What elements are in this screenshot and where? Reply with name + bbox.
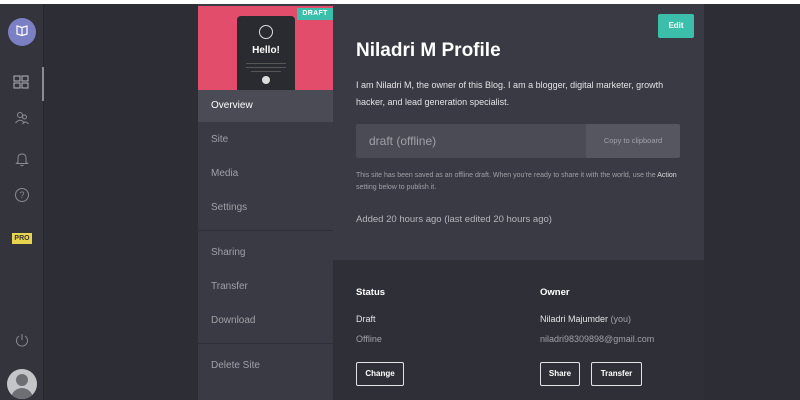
app-logo[interactable] [8,18,36,46]
nav-media[interactable]: Media [198,158,333,190]
nav-delete-site[interactable]: Delete Site [198,350,333,382]
site-thumbnail[interactable]: Hello! DRAFT [198,6,333,92]
book-icon [15,23,29,42]
help-button[interactable]: ? [0,180,44,214]
profile-picture-icon [259,25,273,39]
sites-grid-button[interactable] [0,67,44,101]
draft-note: This site has been saved as an offline d… [356,172,677,191]
site-sidebar: Hello! DRAFT Overview Site Media Setting… [198,4,333,400]
notifications-button[interactable] [0,144,44,178]
owner-you-label: (you) [610,314,632,324]
help-icon: ? [14,187,30,208]
status-sub: Offline [356,334,382,344]
nav-site[interactable]: Site [198,124,333,156]
added-timestamp: Added 20 hours ago (last edited 20 hours… [356,214,552,225]
site-url[interactable]: draft (offline) [369,124,436,158]
site-url-field[interactable]: draft (offline) Copy to clipboard [356,124,680,158]
owner-name: Niladri Majumder (you) [540,314,632,324]
user-avatar[interactable] [7,369,37,399]
users-button[interactable] [0,103,44,137]
nav-divider [198,343,333,344]
power-icon [14,332,30,353]
nav-overview[interactable]: Overview [198,90,333,122]
preview-avatar-icon [262,76,270,84]
icon-rail: ? PRO [0,4,44,400]
owner-heading: Owner [540,287,570,298]
overview-panel: Edit Niladri M Profile I am Niladri M, t… [333,4,704,400]
phone-preview: Hello! [237,16,295,92]
power-button[interactable] [0,325,44,359]
pro-badge[interactable]: PRO [12,233,32,244]
site-description: I am Niladri M, the owner of this Blog. … [356,80,664,107]
bell-icon [15,151,29,172]
draft-badge: DRAFT [297,8,333,20]
nav-download[interactable]: Download [198,305,333,337]
nav-transfer[interactable]: Transfer [198,271,333,303]
nav-sharing[interactable]: Sharing [198,237,333,269]
preview-greeting: Hello! [252,45,280,56]
nav-settings[interactable]: Settings [198,192,333,224]
nav-divider [198,230,333,231]
status-heading: Status [356,287,386,298]
grid-icon [13,75,29,94]
copy-to-clipboard-button[interactable]: Copy to clipboard [586,124,680,158]
change-button[interactable]: Change [356,362,404,386]
site-summary: Edit Niladri M Profile I am Niladri M, t… [333,4,704,260]
users-icon [14,110,30,131]
share-button[interactable]: Share [540,362,580,386]
owner-email: niladri98309898@gmail.com [540,334,655,344]
status-value: Draft [356,314,376,324]
action-setting-link[interactable]: Action [657,172,676,179]
transfer-button[interactable]: Transfer [591,362,642,386]
svg-text:?: ? [19,190,24,200]
site-title: Niladri M Profile [356,40,501,61]
edit-button[interactable]: Edit [658,14,694,38]
